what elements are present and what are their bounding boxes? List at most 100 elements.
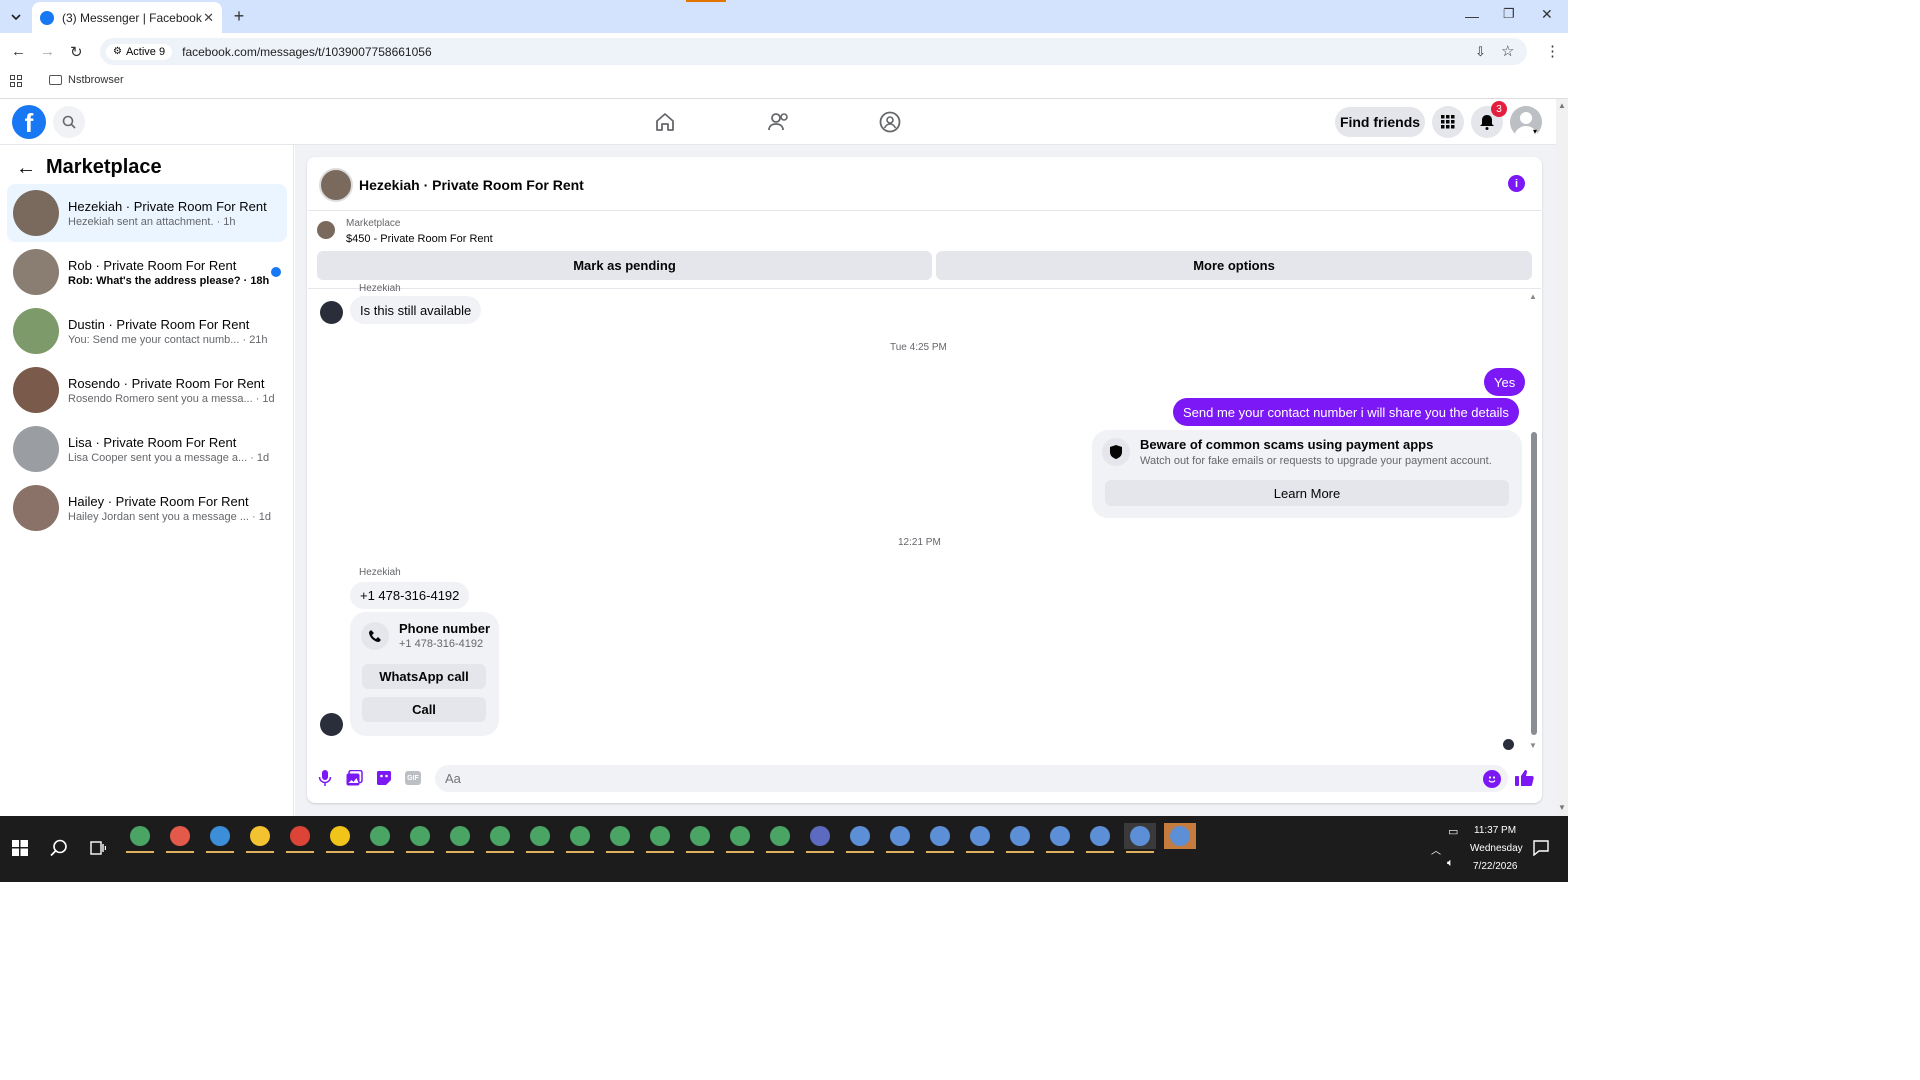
action-center-icon[interactable] [1533, 840, 1549, 856]
taskbar-app-icon[interactable] [884, 823, 916, 853]
photo-icon[interactable] [346, 770, 363, 786]
sender-avatar[interactable] [320, 713, 343, 736]
taskbar-app-icon[interactable] [364, 823, 396, 853]
listing-thumbnail[interactable] [317, 221, 335, 239]
conversation-item[interactable]: Dustin · Private Room For Rent You: Send … [7, 302, 287, 360]
new-tab-button[interactable]: + [230, 6, 248, 26]
chat-title[interactable]: Hezekiah · Private Room For Rent [359, 177, 584, 193]
taskbar-app-icon[interactable] [1044, 823, 1076, 853]
page-scroll-up-icon[interactable]: ▲ [1558, 101, 1566, 110]
taskbar-app-icon[interactable] [1124, 823, 1156, 853]
taskbar-app-icon[interactable] [924, 823, 956, 853]
taskbar-app-icon[interactable] [604, 823, 636, 853]
clock-time[interactable]: 11:37 PM [1474, 825, 1516, 836]
scroll-down-icon[interactable]: ▼ [1529, 741, 1537, 750]
facebook-logo-icon[interactable]: f [12, 105, 46, 139]
home-nav-icon[interactable] [654, 111, 676, 133]
tab-search-icon[interactable] [6, 8, 26, 26]
incoming-message[interactable]: Is this still available [350, 296, 482, 324]
chat-avatar[interactable] [319, 168, 353, 202]
friends-nav-icon[interactable] [767, 111, 791, 133]
sender-avatar[interactable] [320, 301, 343, 324]
listing-title[interactable]: $450 - Private Room For Rent [346, 233, 493, 245]
conversation-item[interactable]: Rosendo · Private Room For Rent Rosendo R… [7, 361, 287, 419]
taskbar-app-icon[interactable] [244, 823, 276, 853]
bookmark-folder[interactable]: Nstbrowser [49, 74, 124, 86]
incoming-message[interactable]: +1 478-316-4192 [350, 582, 470, 609]
more-options-button[interactable]: More options [936, 251, 1532, 280]
mark-pending-button[interactable]: Mark as pending [317, 251, 932, 280]
outgoing-message[interactable]: Yes [1484, 368, 1526, 396]
scroll-up-icon[interactable]: ▲ [1529, 292, 1537, 301]
clock-day[interactable]: Wednesday [1470, 843, 1523, 854]
taskbar-search-icon[interactable] [50, 839, 68, 857]
back-arrow-icon[interactable]: ← [16, 157, 36, 180]
taskbar-app-icon[interactable] [1004, 823, 1036, 853]
taskbar-app-icon[interactable] [684, 823, 716, 853]
conversation-item[interactable]: Hailey · Private Room For Rent Hailey Jor… [7, 479, 287, 537]
fb-search-button[interactable] [53, 106, 85, 138]
call-button[interactable]: Call [362, 697, 486, 722]
close-tab-icon[interactable]: ✕ [203, 10, 214, 26]
tray-overflow-icon[interactable]: ︿ [1431, 842, 1441, 857]
install-app-icon[interactable]: ⇩ [1475, 44, 1486, 60]
taskbar-app-icon[interactable] [164, 823, 196, 853]
browser-tab[interactable]: (3) Messenger | Facebook ✕ [32, 2, 222, 33]
tune-icon: ⚙ [113, 46, 122, 57]
find-friends-button[interactable]: Find friends [1335, 107, 1425, 137]
page-scrollbar[interactable] [1556, 99, 1568, 816]
restore-icon[interactable]: ❐ [1503, 6, 1521, 24]
gif-icon[interactable]: GIF [405, 771, 421, 785]
outgoing-message[interactable]: Send me your contact number i will share… [1173, 398, 1519, 426]
forward-icon[interactable]: → [40, 43, 55, 60]
back-icon[interactable]: ← [11, 43, 26, 60]
reload-icon[interactable]: ↻ [70, 43, 83, 61]
profile-avatar[interactable] [1510, 106, 1542, 138]
volume-icon[interactable]: 🔈︎ [1447, 857, 1454, 870]
microphone-icon[interactable] [318, 769, 332, 787]
taskbar-app-icon[interactable] [484, 823, 516, 853]
taskbar-app-icon[interactable] [844, 823, 876, 853]
emoji-icon[interactable] [1483, 770, 1501, 788]
minimize-icon[interactable]: — [1465, 8, 1483, 26]
message-input[interactable] [435, 765, 1508, 792]
taskbar-app-icon[interactable] [1084, 823, 1116, 853]
task-view-icon[interactable] [90, 841, 106, 855]
like-thumb-icon[interactable] [1515, 769, 1534, 787]
menu-grid-button[interactable] [1432, 106, 1464, 138]
browser-menu-icon[interactable]: ⋮ [1545, 42, 1560, 60]
taskbar-app-icon[interactable] [564, 823, 596, 853]
taskbar-app-icon[interactable] [1164, 823, 1196, 849]
apps-grid-icon[interactable] [10, 75, 22, 87]
account-chevron-icon[interactable]: ▾ [1533, 127, 1537, 136]
clock-date[interactable]: 7/22/2026 [1473, 861, 1518, 872]
groups-nav-icon[interactable] [879, 111, 901, 133]
address-bar[interactable]: ⚙ Active 9 facebook.com/messages/t/10390… [100, 38, 1527, 65]
conversation-item[interactable]: Lisa · Private Room For Rent Lisa Cooper … [7, 420, 287, 478]
info-icon[interactable]: i [1508, 175, 1525, 192]
taskbar-app-icon[interactable] [644, 823, 676, 853]
taskbar-app-icon[interactable] [724, 823, 756, 853]
taskbar-app-icon[interactable] [964, 823, 996, 853]
windows-start-icon[interactable] [12, 840, 28, 856]
taskbar-app-icon[interactable] [204, 823, 236, 853]
whatsapp-call-button[interactable]: WhatsApp call [362, 664, 486, 689]
taskbar-app-icon[interactable] [124, 823, 156, 853]
scrollbar-thumb[interactable] [1531, 432, 1537, 735]
taskbar-app-icon[interactable] [764, 823, 796, 853]
bookmark-star-icon[interactable]: ☆ [1501, 42, 1514, 60]
learn-more-button[interactable]: Learn More [1105, 480, 1509, 506]
conversation-item[interactable]: Rob · Private Room For Rent Rob: What's t… [7, 243, 287, 301]
close-window-icon[interactable]: ✕ [1541, 6, 1559, 24]
site-info-chip[interactable]: ⚙ Active 9 [106, 43, 173, 60]
taskbar-app-icon[interactable] [284, 823, 316, 853]
taskbar-app-icon[interactable] [324, 823, 356, 853]
taskbar-app-icon[interactable] [524, 823, 556, 853]
taskbar-app-icon[interactable] [804, 823, 836, 853]
taskbar-app-icon[interactable] [444, 823, 476, 853]
page-scroll-down-icon[interactable]: ▼ [1558, 803, 1566, 812]
sticker-icon[interactable] [376, 770, 392, 786]
taskbar-app-icon[interactable] [404, 823, 436, 853]
conversation-item[interactable]: Hezekiah · Private Room For Rent Hezekiah… [7, 184, 287, 242]
network-icon[interactable]: ▭ [1448, 825, 1458, 838]
